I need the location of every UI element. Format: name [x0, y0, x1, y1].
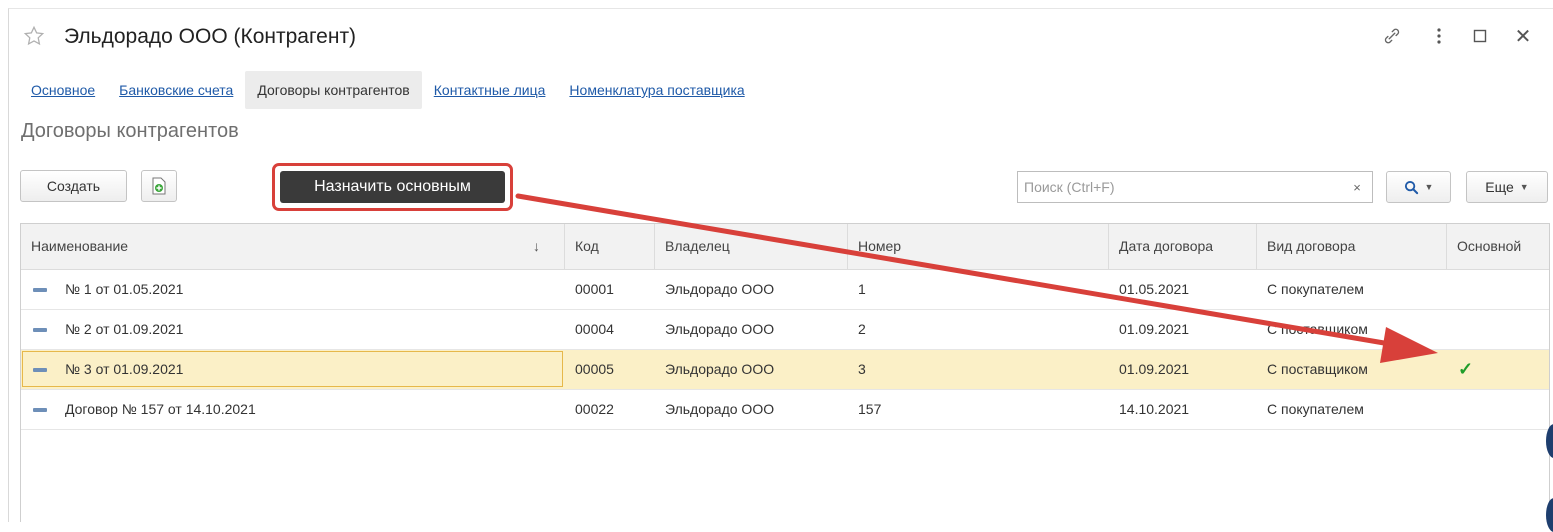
cell-date: 14.10.2021 — [1119, 401, 1190, 417]
cell-kind: С поставщиком — [1267, 321, 1368, 337]
column-header-number[interactable]: Номер — [848, 224, 1109, 269]
cell-owner: Эльдорадо ООО — [665, 361, 775, 377]
add-file-icon — [152, 177, 166, 195]
tab-bar: Основное Банковские счета Договоры контр… — [19, 71, 757, 109]
tab-main[interactable]: Основное — [19, 71, 107, 109]
cell-name: № 1 от 01.05.2021 — [65, 281, 184, 297]
maximize-icon[interactable] — [1469, 23, 1491, 49]
close-icon[interactable]: ✕ — [1512, 23, 1534, 49]
assign-main-button[interactable]: Назначить основным — [280, 171, 505, 203]
column-header-name[interactable]: Наименование — [21, 224, 565, 269]
table-row[interactable]: № 2 от 01.09.2021 00004 Эльдорадо ООО 2 … — [21, 310, 1549, 350]
search-icon — [1404, 180, 1418, 194]
cell-number: 157 — [858, 401, 882, 417]
cell-code: 00022 — [575, 401, 614, 417]
search-box: × — [1017, 171, 1373, 203]
more-button-label: Еще — [1485, 179, 1514, 195]
cell-code: 00005 — [575, 361, 614, 377]
table-row[interactable]: Договор № 157 от 14.10.2021 00022 Эльдор… — [21, 390, 1549, 430]
table-row-selected[interactable]: № 3 от 01.09.2021 00005 Эльдорадо ООО 3 … — [21, 350, 1549, 390]
add-file-button[interactable] — [141, 170, 177, 202]
window-title: Эльдорадо ООО (Контрагент) — [64, 25, 357, 48]
star-icon[interactable] — [23, 25, 45, 47]
search-input[interactable] — [1018, 172, 1350, 202]
tab-contact-persons[interactable]: Контактные лица — [422, 71, 558, 109]
assign-highlight-frame: Назначить основным — [272, 163, 513, 211]
column-header-kind[interactable]: Вид договора — [1257, 224, 1447, 269]
cell-number: 3 — [858, 361, 866, 377]
cell-number: 1 — [858, 281, 866, 297]
cell-kind: С покупателем — [1267, 401, 1364, 417]
cell-owner: Эльдорадо ООО — [665, 281, 775, 297]
chevron-down-icon: ▼ — [1424, 182, 1434, 192]
column-header-code[interactable]: Код — [565, 224, 655, 269]
cell-owner: Эльдорадо ООО — [665, 321, 775, 337]
window: Эльдорадо ООО (Контрагент) ✕ Основное Ба… — [8, 8, 1553, 522]
cell-date: 01.09.2021 — [1119, 361, 1190, 377]
cell-code: 00004 — [575, 321, 614, 337]
cell-kind: С поставщиком — [1267, 361, 1368, 377]
cell-date: 01.05.2021 — [1119, 281, 1190, 297]
check-icon: ✓ — [1458, 359, 1474, 379]
edge-decoration — [1546, 498, 1553, 532]
sort-desc-icon: ↓ — [533, 238, 540, 254]
cell-date: 01.09.2021 — [1119, 321, 1190, 337]
table-body: № 1 от 01.05.2021 00001 Эльдорадо ООО 1 … — [21, 270, 1549, 430]
column-header-owner[interactable]: Владелец — [655, 224, 848, 269]
cell-kind: С покупателем — [1267, 281, 1364, 297]
section-title: Договоры контрагентов — [21, 120, 239, 142]
column-header-date[interactable]: Дата договора — [1109, 224, 1257, 269]
cell-code: 00001 — [575, 281, 614, 297]
chevron-down-icon: ▼ — [1519, 182, 1529, 192]
search-button[interactable]: ▼ — [1386, 171, 1451, 203]
cell-name: № 3 от 01.09.2021 — [65, 361, 184, 377]
create-button[interactable]: Создать — [20, 170, 127, 202]
column-header-main[interactable]: Основной — [1447, 224, 1551, 269]
table-row[interactable]: № 1 от 01.05.2021 00001 Эльдорадо ООО 1 … — [21, 270, 1549, 310]
more-button[interactable]: Еще ▼ — [1466, 171, 1548, 203]
more-vertical-icon[interactable] — [1429, 23, 1449, 49]
tab-bank-accounts[interactable]: Банковские счета — [107, 71, 245, 109]
contracts-table: Наименование ↓ Код Владелец Номер Дата д… — [20, 223, 1550, 522]
link-icon[interactable] — [1379, 23, 1405, 49]
title-bar: Эльдорадо ООО (Контрагент) ✕ — [9, 9, 1553, 61]
cell-number: 2 — [858, 321, 866, 337]
cell-name: № 2 от 01.09.2021 — [65, 321, 184, 337]
tab-contracts[interactable]: Договоры контрагентов — [245, 71, 422, 109]
table-header: Наименование ↓ Код Владелец Номер Дата д… — [21, 224, 1549, 270]
cell-owner: Эльдорадо ООО — [665, 401, 775, 417]
tab-supplier-nomenclature[interactable]: Номенклатура поставщика — [557, 71, 756, 109]
search-clear-button[interactable]: × — [1342, 172, 1372, 202]
cell-name: Договор № 157 от 14.10.2021 — [65, 401, 256, 417]
